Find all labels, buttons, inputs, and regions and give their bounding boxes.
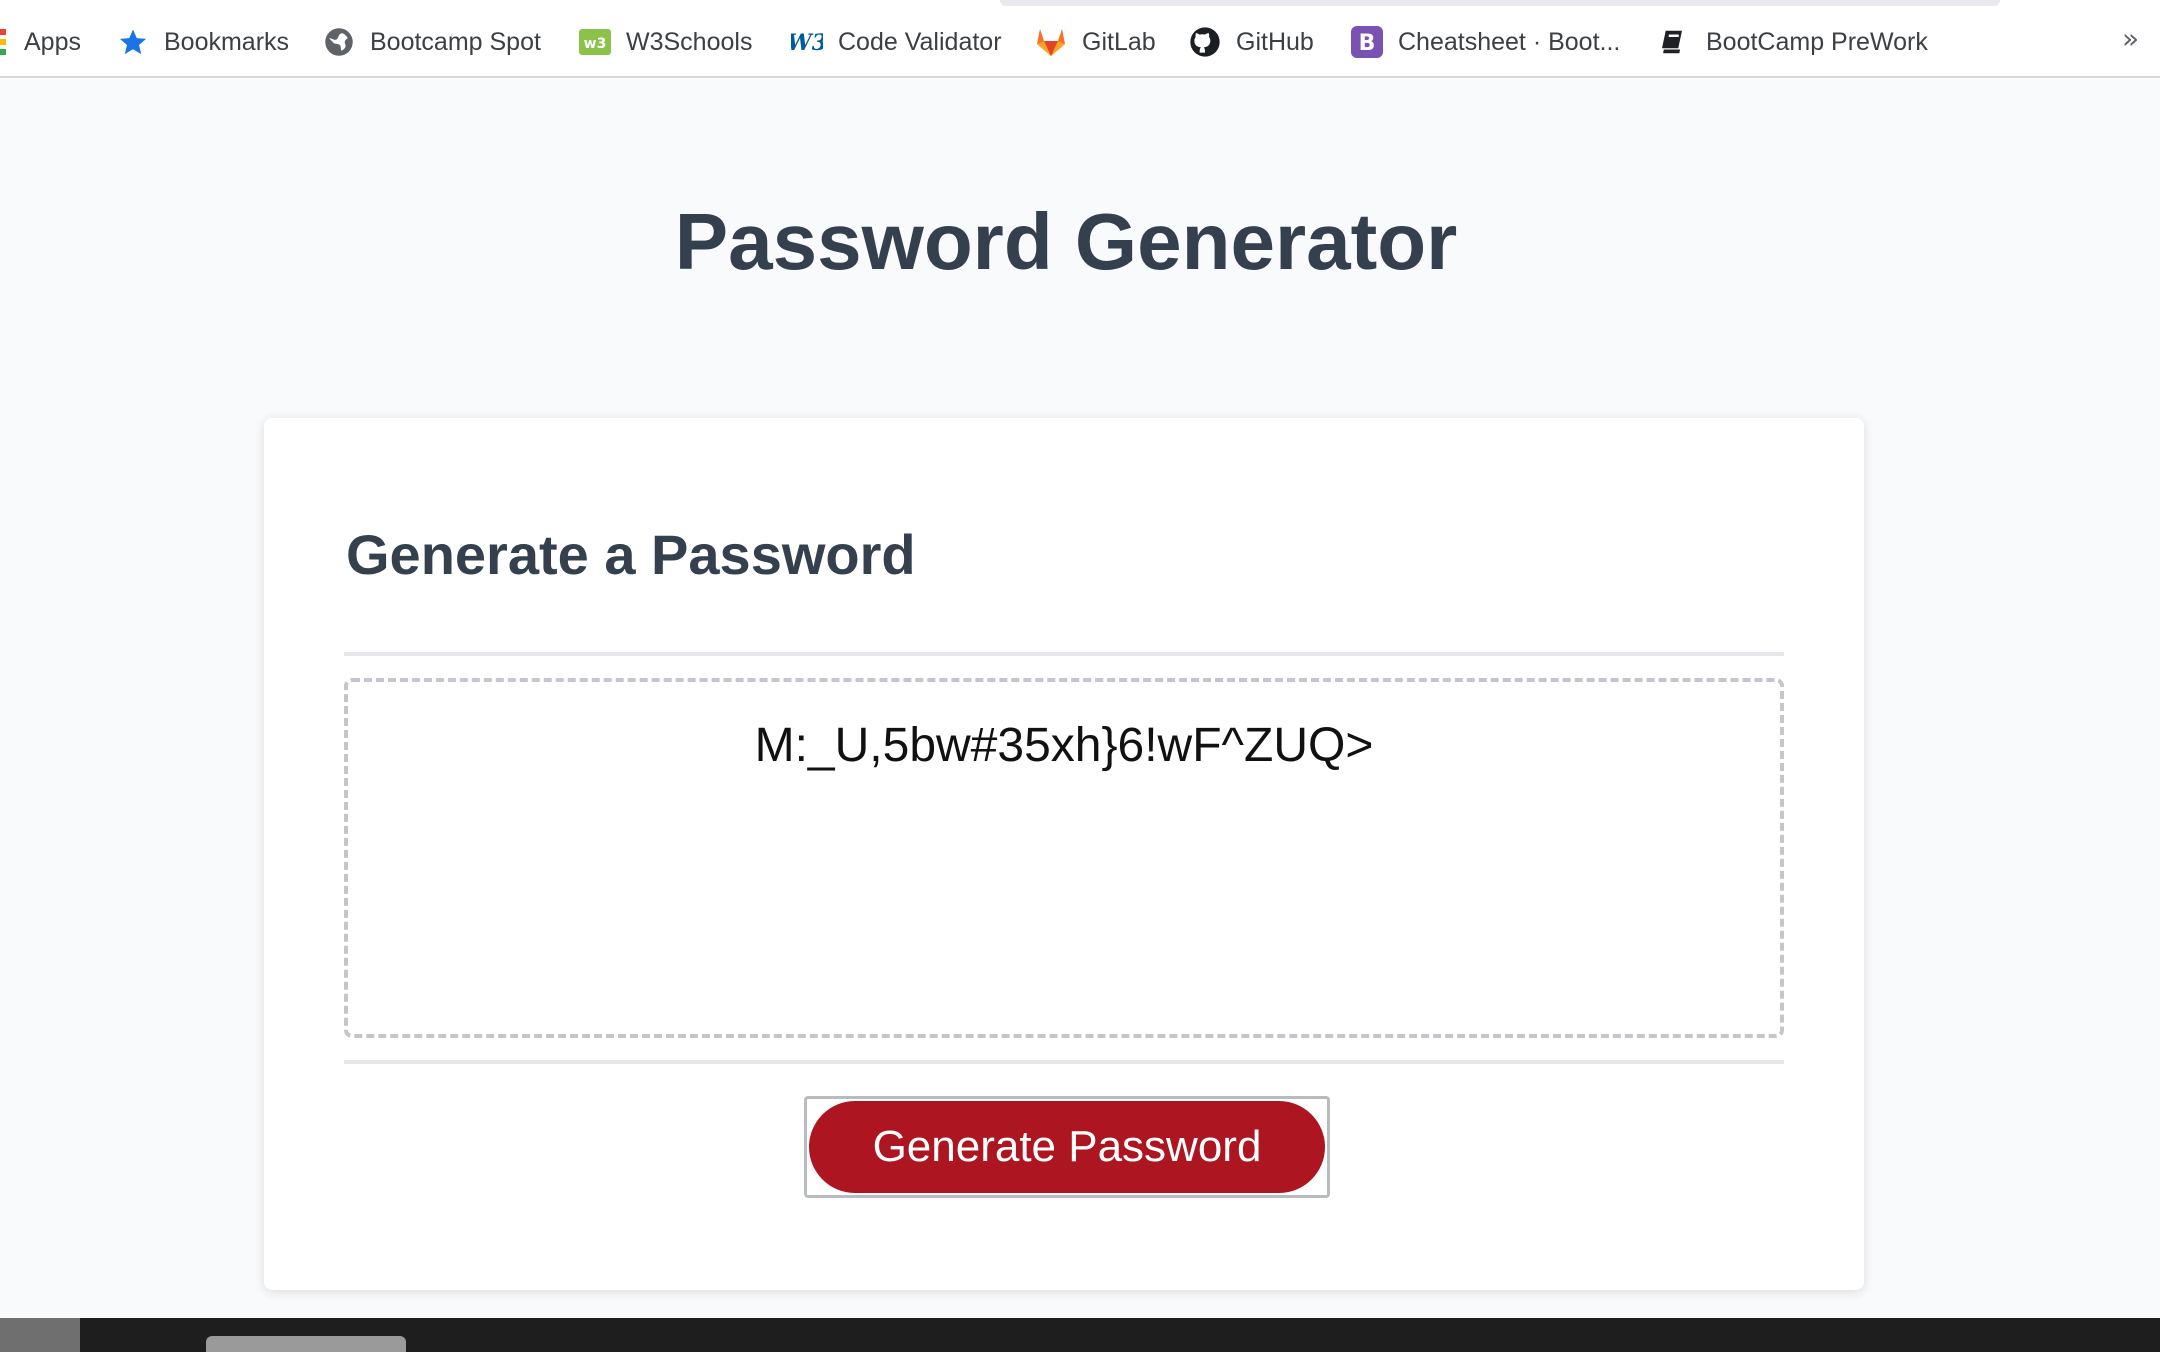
divider-top: [344, 652, 1784, 656]
svg-text:B: B: [1359, 31, 1376, 56]
svg-text:w3: w3: [584, 36, 607, 52]
svg-text:W3: W3: [791, 30, 823, 55]
bookmark-label: BootCamp PreWork: [1706, 27, 1928, 56]
github-icon: [1188, 25, 1222, 59]
active-tab-edge: [1000, 0, 2000, 6]
apps-grid-icon: [0, 25, 8, 59]
bookmark-label: Bootcamp Spot: [370, 27, 541, 56]
generate-button-focus-ring: Generate Password: [804, 1096, 1330, 1198]
bookmark-bookmarks[interactable]: Bookmarks: [116, 22, 289, 62]
bookmark-label: GitHub: [1236, 27, 1314, 56]
bookmark-label: W3Schools: [626, 27, 753, 56]
globe-icon: [322, 25, 356, 59]
bookmark-label: GitLab: [1082, 27, 1156, 56]
bookmark-github[interactable]: GitHub: [1188, 22, 1314, 62]
bookmark-label: Code Validator: [838, 27, 1002, 56]
page-title: Password Generator: [674, 197, 1458, 286]
bookmark-code-validator[interactable]: W3 Code Validator: [790, 22, 1002, 62]
bookmark-apps[interactable]: Apps: [0, 22, 81, 62]
background-editor-strip: [0, 1318, 2160, 1352]
bookmark-label: Bookmarks: [164, 27, 290, 56]
gitlab-icon: [1034, 25, 1068, 59]
w3schools-icon: w3: [578, 25, 612, 59]
generate-password-button[interactable]: Generate Password: [809, 1101, 1325, 1193]
bookmarks-overflow-button[interactable]: »: [2122, 22, 2139, 55]
bookmark-label: Cheatsheet · Boot...: [1398, 27, 1621, 56]
password-card: Generate a Password M:_U,5bw#35xh}6!wF^Z…: [264, 418, 1864, 1290]
password-output[interactable]: M:_U,5bw#35xh}6!wF^ZUQ>: [344, 678, 1784, 1038]
bookmark-w3schools[interactable]: w3 W3Schools: [578, 22, 752, 62]
background-thumbnail: [0, 1318, 80, 1352]
bookmark-label: Apps: [24, 27, 81, 56]
divider-bottom: [344, 1060, 1784, 1064]
book-icon: [1658, 25, 1692, 59]
card-title: Generate a Password: [346, 523, 916, 586]
background-tab: [206, 1336, 406, 1352]
bookmark-bootcamp-spot[interactable]: Bootcamp Spot: [322, 22, 541, 62]
bookmark-bootcamp-prework[interactable]: BootCamp PreWork: [1658, 22, 1928, 62]
bookmark-cheatsheet[interactable]: B Cheatsheet · Boot...: [1350, 22, 1620, 62]
bookmark-gitlab[interactable]: GitLab: [1034, 22, 1156, 62]
bootstrap-icon: B: [1350, 25, 1384, 59]
bookmarks-bar: Apps Bookmarks Bootcamp Spot w3 W3School…: [0, 0, 2160, 78]
w3c-icon: W3: [790, 25, 824, 59]
star-icon: [116, 25, 150, 59]
